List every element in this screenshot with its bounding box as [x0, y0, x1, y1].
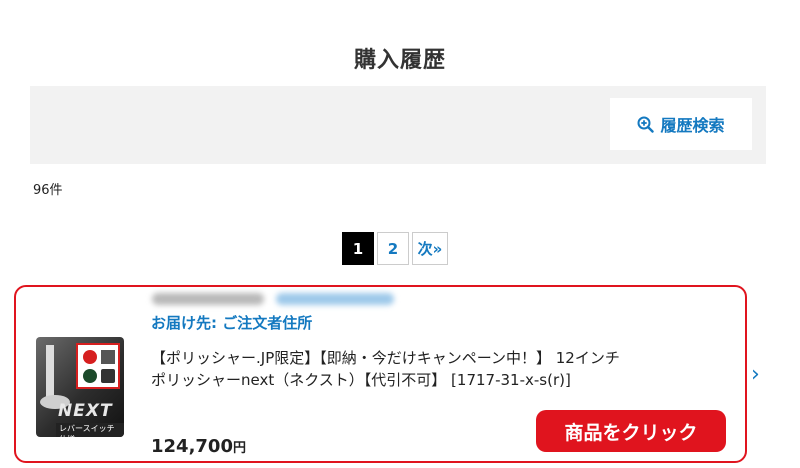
thumbnail-logo: NEXT: [58, 401, 113, 421]
green-pad-swatch: [83, 369, 97, 383]
polisher-handle-graphic: [46, 345, 54, 397]
history-search-button[interactable]: 履歴検索: [610, 98, 752, 150]
product-name-line-2: ポリッシャーnext（ネクスト）【代引不可】 [1717-31-x-s(r)]: [151, 371, 571, 389]
page-1-link[interactable]: 1: [342, 232, 374, 265]
thumbnail-caption: レバースイッチ仕様: [56, 423, 124, 437]
product-thumbnail[interactable]: NEXT レバースイッチ仕様: [36, 337, 124, 437]
page-2-link[interactable]: 2: [377, 232, 409, 265]
price-value: 124,700: [151, 436, 233, 457]
result-count: 96件: [33, 183, 63, 198]
product-name[interactable]: 【ポリッシャー.JP限定】【即納・今だけキャンペーン中！】 12インチ ポリッシ…: [151, 347, 671, 391]
gray-pad-swatch: [101, 350, 115, 364]
blurred-order-date: [152, 293, 264, 305]
product-name-line-1: 【ポリッシャー.JP限定】【即納・今だけキャンペーン中！】 12インチ: [151, 349, 620, 367]
product-price: 124,700円: [151, 436, 246, 457]
delivery-address: お届け先: ご注文者住所: [151, 314, 313, 332]
search-panel: 履歴検索: [30, 86, 766, 164]
blurred-order-number: [276, 293, 394, 305]
color-options-panel: [76, 343, 120, 389]
history-search-label: 履歴検索: [660, 116, 725, 135]
click-product-button[interactable]: 商品をクリック: [536, 410, 726, 452]
zoom-in-icon: [637, 116, 655, 133]
price-unit: 円: [232, 441, 246, 456]
next-page-link[interactable]: 次»: [412, 232, 448, 265]
order-item-card[interactable]: お届け先: ご注文者住所 NEXT レバースイッチ仕様 【ポリッシャー.JP限定…: [14, 285, 760, 463]
black-pad-swatch: [101, 369, 115, 383]
red-pad-swatch: [83, 350, 97, 364]
pagination: 1 2 次»: [342, 232, 448, 265]
page-title: 購入履歴: [353, 47, 446, 73]
blurred-order-meta: [152, 293, 394, 305]
chevron-right-icon[interactable]: ›: [751, 362, 760, 387]
